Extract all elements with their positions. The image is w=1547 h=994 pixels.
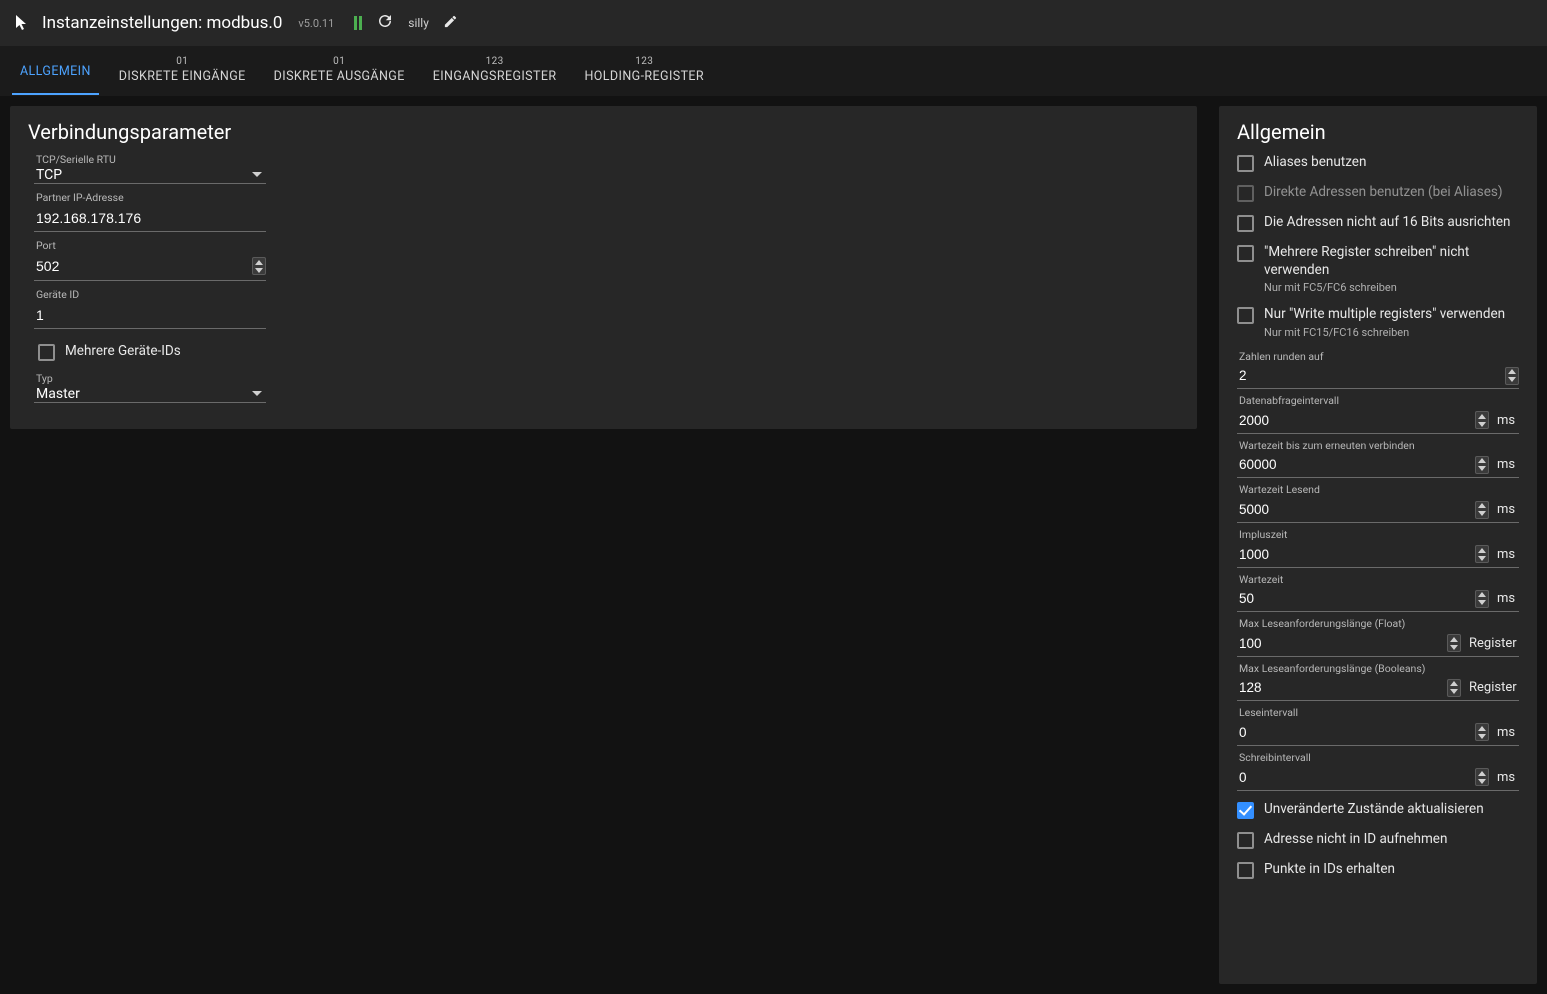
round-label: Zahlen runden auf bbox=[1237, 351, 1519, 364]
no-addr-in-id-checkbox[interactable]: Adresse nicht in ID aufnehmen bbox=[1237, 831, 1519, 849]
page-title: Instanzeinstellungen: modbus.0 bbox=[42, 13, 282, 33]
unit-ms: ms bbox=[1497, 725, 1519, 740]
device-id-label: Geräte ID bbox=[34, 289, 266, 302]
chevron-down-icon bbox=[252, 391, 262, 396]
port-label: Port bbox=[34, 240, 266, 253]
tab-holding-register[interactable]: 123 HOLDING-REGISTER bbox=[570, 46, 718, 95]
reconnect-input[interactable] bbox=[1237, 455, 1471, 474]
ip-input[interactable] bbox=[34, 208, 266, 228]
ip-label: Partner IP-Adresse bbox=[34, 192, 266, 205]
max-read-bool-stepper[interactable] bbox=[1447, 679, 1461, 697]
cursor-icon bbox=[16, 15, 28, 31]
read-interval-input[interactable] bbox=[1237, 723, 1471, 742]
refresh-button[interactable] bbox=[376, 12, 394, 34]
no-align-checkbox[interactable]: Die Adressen nicht auf 16 Bits ausrichte… bbox=[1237, 214, 1519, 232]
poll-stepper[interactable] bbox=[1475, 411, 1489, 429]
round-input[interactable] bbox=[1237, 366, 1501, 385]
tab-diskrete-eingaenge[interactable]: 01 DISKRETE EINGÄNGE bbox=[105, 46, 260, 95]
pulse-stepper[interactable] bbox=[1475, 545, 1489, 563]
max-read-bool-input[interactable] bbox=[1237, 678, 1443, 697]
read-wait-stepper[interactable] bbox=[1475, 501, 1489, 519]
poll-label: Datenabfrageintervall bbox=[1237, 395, 1519, 408]
pause-icon bbox=[354, 16, 362, 30]
refresh-icon bbox=[376, 12, 394, 34]
unit-ms: ms bbox=[1497, 413, 1519, 428]
aliases-checkbox[interactable]: Aliases benutzen bbox=[1237, 154, 1519, 172]
general-panel: Allgemein Aliases benutzen Direkte Adres… bbox=[1219, 106, 1537, 984]
connection-title: Verbindungsparameter bbox=[28, 120, 1179, 144]
unit-ms: ms bbox=[1497, 502, 1519, 517]
max-read-bool-label: Max Leseanforderungslänge (Booleans) bbox=[1237, 663, 1519, 676]
wait-stepper[interactable] bbox=[1475, 590, 1489, 608]
read-wait-label: Wartezeit Lesend bbox=[1237, 484, 1519, 497]
port-input[interactable] bbox=[34, 256, 248, 276]
conn-type-select[interactable]: TCP bbox=[34, 167, 266, 184]
checkbox-icon bbox=[38, 344, 55, 361]
checkbox-icon bbox=[1237, 185, 1254, 202]
type-label: Typ bbox=[34, 373, 266, 386]
reconnect-label: Wartezeit bis zum erneuten verbinden bbox=[1237, 440, 1519, 453]
checkbox-icon bbox=[1237, 832, 1254, 849]
only-multi-write-checkbox[interactable]: Nur "Write multiple registers" verwenden… bbox=[1237, 306, 1519, 339]
max-read-float-stepper[interactable] bbox=[1447, 634, 1461, 652]
edit-log-button[interactable] bbox=[443, 14, 458, 33]
general-title: Allgemein bbox=[1237, 120, 1519, 144]
port-stepper[interactable] bbox=[252, 257, 266, 275]
write-interval-input[interactable] bbox=[1237, 768, 1471, 787]
direct-addr-checkbox: Direkte Adressen benutzen (bei Aliases) bbox=[1237, 184, 1519, 202]
read-interval-label: Leseintervall bbox=[1237, 707, 1519, 720]
header-bar: Instanzeinstellungen: modbus.0 v5.0.11 s… bbox=[0, 0, 1547, 46]
unit-register: Register bbox=[1469, 680, 1519, 695]
pulse-label: Impluszeit bbox=[1237, 529, 1519, 542]
no-multi-write-checkbox[interactable]: "Mehrere Register schreiben" nicht verwe… bbox=[1237, 244, 1519, 294]
conn-type-label: TCP/Serielle RTU bbox=[34, 154, 266, 167]
tab-diskrete-ausgaenge[interactable]: 01 DISKRETE AUSGÄNGE bbox=[260, 46, 419, 95]
connection-panel: Verbindungsparameter TCP/Serielle RTU TC… bbox=[10, 106, 1197, 429]
log-level-label[interactable]: silly bbox=[408, 16, 429, 30]
checkbox-icon bbox=[1237, 307, 1254, 324]
checkbox-icon bbox=[1237, 155, 1254, 172]
checkbox-icon bbox=[1237, 215, 1254, 232]
wait-input[interactable] bbox=[1237, 589, 1471, 608]
round-stepper[interactable] bbox=[1505, 367, 1519, 385]
keep-dots-checkbox[interactable]: Punkte in IDs erhalten bbox=[1237, 861, 1519, 879]
read-wait-input[interactable] bbox=[1237, 500, 1471, 519]
version-label: v5.0.11 bbox=[298, 17, 334, 30]
chevron-down-icon bbox=[252, 172, 262, 177]
pulse-input[interactable] bbox=[1237, 545, 1471, 564]
checkbox-checked-icon bbox=[1237, 802, 1254, 819]
device-id-input[interactable] bbox=[34, 305, 266, 325]
pause-button[interactable] bbox=[354, 16, 362, 30]
pencil-icon bbox=[443, 14, 458, 33]
write-interval-stepper[interactable] bbox=[1475, 768, 1489, 786]
checkbox-icon bbox=[1237, 862, 1254, 879]
reconnect-stepper[interactable] bbox=[1475, 456, 1489, 474]
checkbox-icon bbox=[1237, 245, 1254, 262]
write-interval-label: Schreibintervall bbox=[1237, 752, 1519, 765]
tab-allgemein[interactable]: ALLGEMEIN bbox=[6, 46, 105, 95]
max-read-float-input[interactable] bbox=[1237, 634, 1443, 653]
type-select[interactable]: Master bbox=[34, 386, 266, 403]
wait-label: Wartezeit bbox=[1237, 574, 1519, 587]
tab-bar: ALLGEMEIN 01 DISKRETE EINGÄNGE 01 DISKRE… bbox=[0, 46, 1547, 96]
unit-register: Register bbox=[1469, 636, 1519, 651]
unit-ms: ms bbox=[1497, 770, 1519, 785]
poll-input[interactable] bbox=[1237, 411, 1471, 430]
tab-eingangsregister[interactable]: 123 EINGANGSREGISTER bbox=[419, 46, 571, 95]
multi-ids-checkbox[interactable]: Mehrere Geräte-IDs bbox=[38, 343, 278, 361]
update-unchanged-checkbox[interactable]: Unveränderte Zustände aktualisieren bbox=[1237, 801, 1519, 819]
unit-ms: ms bbox=[1497, 457, 1519, 472]
read-interval-stepper[interactable] bbox=[1475, 723, 1489, 741]
max-read-float-label: Max Leseanforderungslänge (Float) bbox=[1237, 618, 1519, 631]
unit-ms: ms bbox=[1497, 591, 1519, 606]
unit-ms: ms bbox=[1497, 547, 1519, 562]
